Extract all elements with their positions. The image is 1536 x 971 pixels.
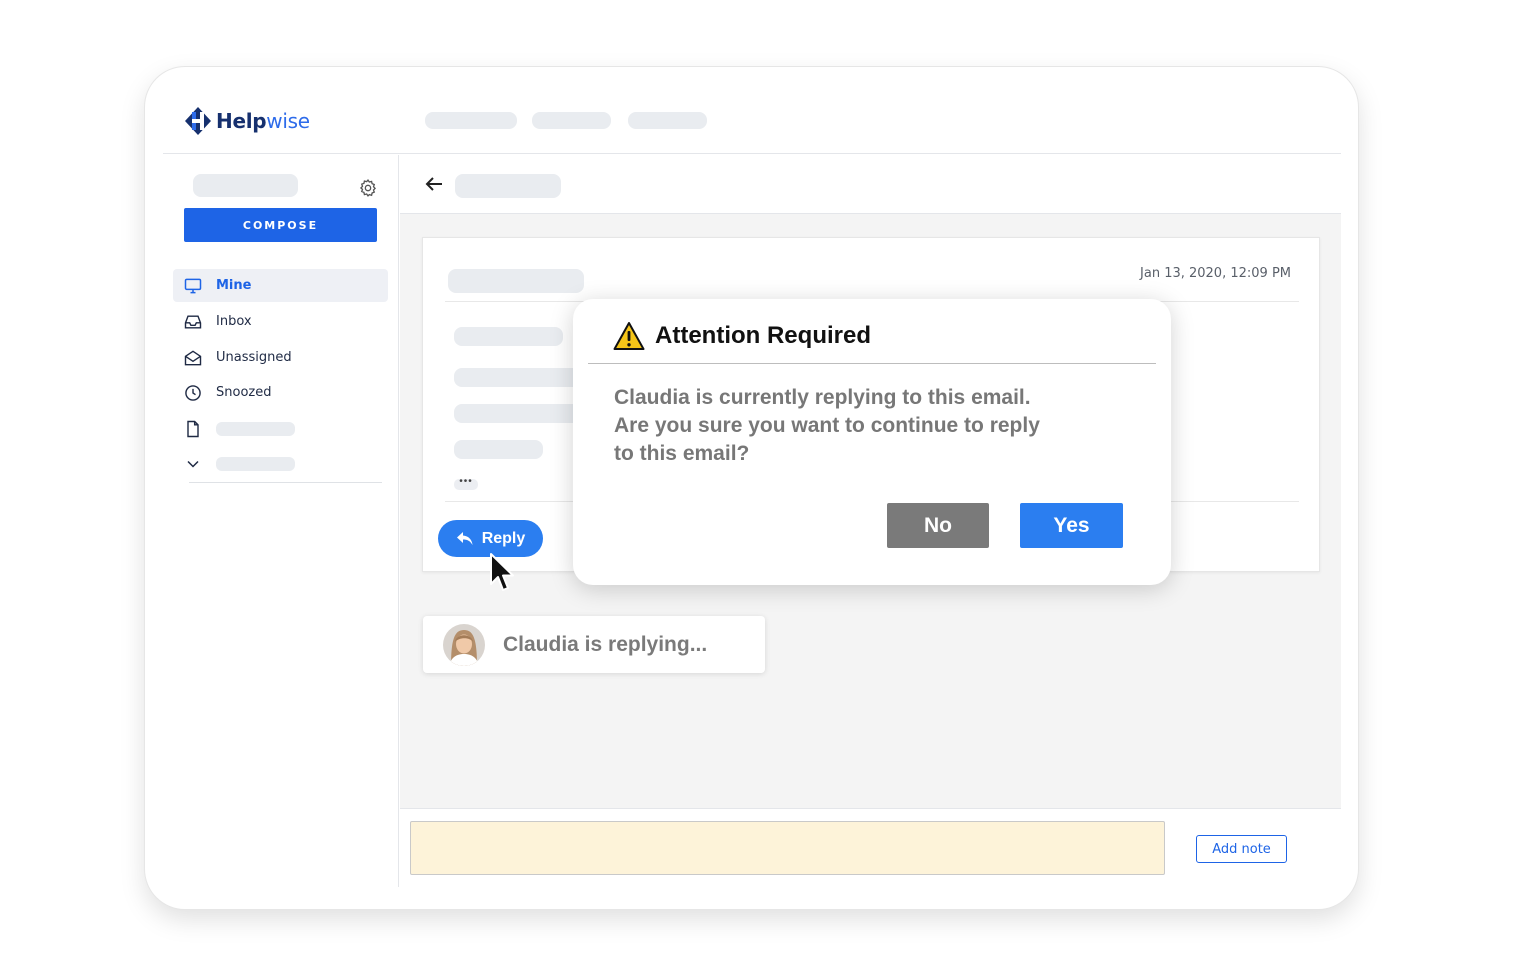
email-body-placeholder xyxy=(454,327,563,346)
attention-required-dialog: Attention Required Claudia is currently … xyxy=(573,299,1171,585)
avatar xyxy=(443,623,485,666)
sender-placeholder xyxy=(448,269,584,293)
add-note-button[interactable]: Add note xyxy=(1196,835,1287,863)
warning-icon xyxy=(613,322,645,350)
chevron-down-icon xyxy=(187,460,199,468)
dialog-message-line: Claudia is currently replying to this em… xyxy=(614,386,1031,409)
sidebar: COMPOSE Mine Inbox Unassigned Snoozed xyxy=(163,155,399,887)
helpwise-logo[interactable]: Helpwise xyxy=(183,106,310,136)
reply-arrow-icon xyxy=(456,531,473,545)
sidebar-divider xyxy=(189,482,382,483)
yes-button[interactable]: Yes xyxy=(1020,503,1123,548)
typing-indicator: Claudia is replying... xyxy=(423,616,765,673)
monitor-icon xyxy=(184,278,202,293)
sidebar-item-drafts[interactable] xyxy=(173,412,388,445)
app-header: Helpwise xyxy=(163,82,1341,154)
dialog-divider xyxy=(588,363,1156,364)
dialog-message-line: Are you sure you want to continue to rep… xyxy=(614,414,1040,437)
sidebar-item-label: Inbox xyxy=(216,314,252,329)
sidebar-item-more[interactable] xyxy=(173,447,388,480)
sidebar-item-label-placeholder xyxy=(216,456,295,471)
no-button[interactable]: No xyxy=(887,503,989,548)
sidebar-item-mine[interactable]: Mine xyxy=(173,269,388,302)
sidebar-item-snoozed[interactable]: Snoozed xyxy=(173,376,388,409)
sidebar-item-label: Mine xyxy=(216,278,252,293)
note-input[interactable] xyxy=(410,821,1165,875)
helpwise-logo-icon xyxy=(185,107,211,135)
note-composer: Add note xyxy=(400,808,1341,887)
dialog-title: Attention Required xyxy=(655,322,871,349)
header-nav-placeholder[interactable] xyxy=(532,112,611,129)
email-body-placeholder xyxy=(454,368,584,387)
sidebar-item-label: Snoozed xyxy=(216,385,272,400)
reply-button-label: Reply xyxy=(481,529,526,547)
typing-indicator-text: Claudia is replying... xyxy=(503,632,708,656)
mailbox-selector-placeholder[interactable] xyxy=(193,174,298,197)
sidebar-item-unassigned[interactable]: Unassigned xyxy=(173,341,388,374)
show-more-dots-icon[interactable]: ••• xyxy=(454,477,478,490)
mouse-pointer-icon xyxy=(490,553,514,591)
logo-text: Helpwise xyxy=(216,109,310,133)
gear-icon[interactable] xyxy=(358,178,378,198)
email-date: Jan 13, 2020, 12:09 PM xyxy=(1140,266,1291,281)
back-arrow-icon[interactable] xyxy=(422,172,446,196)
dialog-message: Claudia is currently replying to this em… xyxy=(614,384,1114,468)
sidebar-item-inbox[interactable]: Inbox xyxy=(173,305,388,338)
clock-icon xyxy=(185,384,201,401)
logo-text-wise: wise xyxy=(266,109,310,133)
header-nav-placeholder[interactable] xyxy=(425,112,517,129)
compose-button[interactable]: COMPOSE xyxy=(184,208,377,242)
document-icon xyxy=(187,420,199,437)
conversation-subject-placeholder xyxy=(455,174,561,198)
email-body-placeholder xyxy=(454,404,584,423)
sidebar-item-label: Unassigned xyxy=(216,350,292,365)
logo-text-help: Help xyxy=(216,109,267,133)
avatar-image xyxy=(443,623,485,666)
dialog-message-line: to this email? xyxy=(614,442,750,465)
envelope-open-icon xyxy=(184,349,202,365)
header-nav-placeholder[interactable] xyxy=(628,112,707,129)
sidebar-item-label-placeholder xyxy=(216,421,295,436)
inbox-icon xyxy=(184,314,202,329)
email-body-placeholder xyxy=(454,440,543,459)
conversation-topbar xyxy=(400,155,1341,214)
dialog-header: Attention Required xyxy=(613,321,871,351)
